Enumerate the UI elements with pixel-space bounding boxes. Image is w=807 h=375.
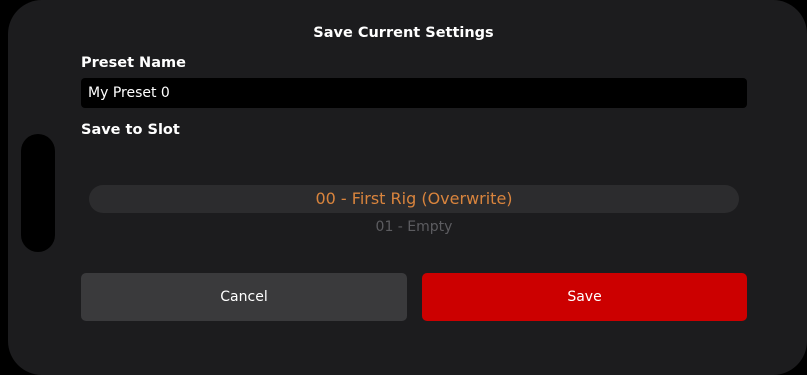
save-slot-label: Save to Slot [81,122,180,138]
dialog-title: Save Current Settings [313,25,494,41]
slot-option[interactable]: 01 - Empty [89,219,739,235]
device-notch [21,134,55,252]
slot-picker[interactable]: 00 - First Rig (Overwrite) 01 - Empty [89,170,739,250]
save-button[interactable]: Save [422,273,747,321]
preset-name-label: Preset Name [81,55,186,71]
slot-option-selected[interactable]: 00 - First Rig (Overwrite) [89,189,739,208]
cancel-button[interactable]: Cancel [81,273,407,321]
preset-name-input[interactable] [81,78,747,108]
screen: Save Current Settings Preset Name Save t… [0,0,807,375]
